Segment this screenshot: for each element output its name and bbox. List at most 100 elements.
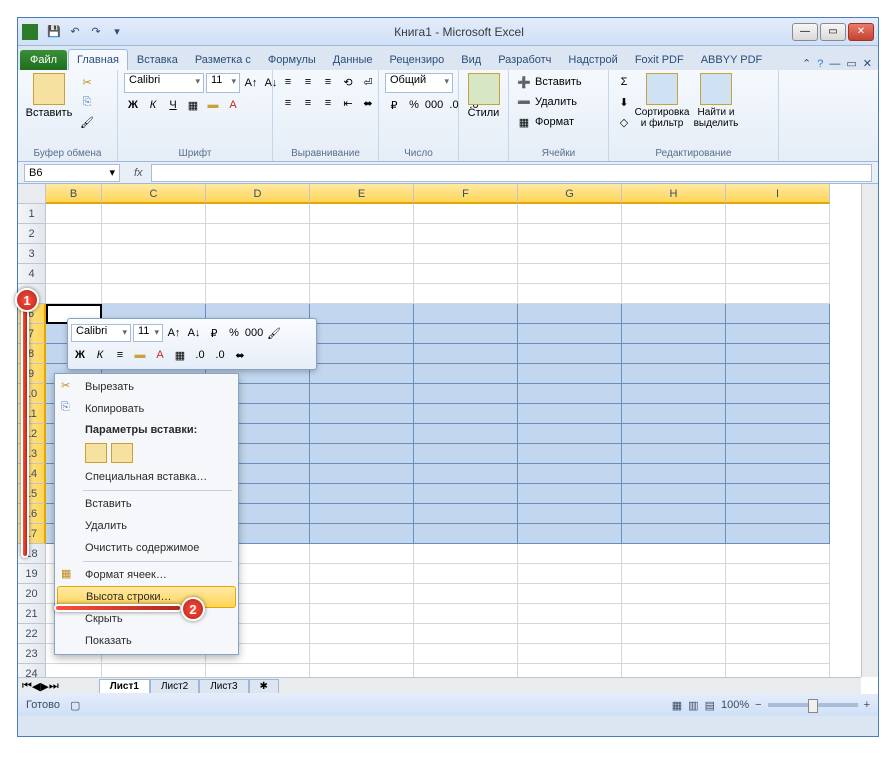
cell[interactable] <box>414 564 518 584</box>
zoom-slider[interactable] <box>768 703 858 707</box>
horizontal-scrollbar[interactable]: ⏮ ◀ ▶ ⏭ Лист1 Лист2 Лист3 ✱ <box>18 677 861 694</box>
cell[interactable] <box>622 264 726 284</box>
align-left-icon[interactable]: ≡ <box>279 94 297 112</box>
cell[interactable] <box>726 364 830 384</box>
tab-developer[interactable]: Разработч <box>490 50 559 70</box>
tab-layout[interactable]: Разметка с <box>187 50 259 70</box>
cell[interactable] <box>518 244 622 264</box>
cell[interactable] <box>518 564 622 584</box>
cell[interactable] <box>726 604 830 624</box>
cell[interactable] <box>726 204 830 224</box>
mini-percent-icon[interactable]: % <box>225 324 243 342</box>
cell[interactable] <box>414 444 518 464</box>
delete-cells-label[interactable]: Удалить <box>535 96 577 108</box>
cell[interactable] <box>206 264 310 284</box>
currency-icon[interactable]: ₽ <box>385 96 403 114</box>
cell[interactable] <box>726 264 830 284</box>
cell[interactable] <box>310 504 414 524</box>
cell[interactable] <box>518 304 622 324</box>
cell[interactable] <box>518 444 622 464</box>
doc-close-icon[interactable]: ✕ <box>863 57 872 70</box>
cell[interactable] <box>622 344 726 364</box>
mini-font-combo[interactable]: Calibri <box>71 324 131 342</box>
cell[interactable] <box>414 284 518 304</box>
insert-cells-label[interactable]: Вставить <box>535 76 582 88</box>
cell[interactable] <box>310 544 414 564</box>
minimize-ribbon-icon[interactable]: ⌃ <box>802 57 811 70</box>
select-all-corner[interactable] <box>18 184 46 204</box>
cell[interactable] <box>414 644 518 664</box>
cell[interactable] <box>102 264 206 284</box>
column-header-B[interactable]: B <box>46 184 102 204</box>
qat-dropdown-icon[interactable]: ▾ <box>108 23 126 41</box>
cell[interactable] <box>622 444 726 464</box>
cell[interactable] <box>310 244 414 264</box>
cell[interactable] <box>310 344 414 364</box>
cell[interactable] <box>206 284 310 304</box>
cell[interactable] <box>414 304 518 324</box>
delete-cells-icon[interactable]: ➖ <box>515 93 533 111</box>
row-header-21[interactable]: 21 <box>18 604 46 624</box>
doc-minimize-icon[interactable]: — <box>829 58 840 70</box>
cell[interactable] <box>310 484 414 504</box>
cell[interactable] <box>726 644 830 664</box>
cell[interactable] <box>518 644 622 664</box>
cell[interactable] <box>46 264 102 284</box>
align-top-icon[interactable]: ≡ <box>279 73 297 91</box>
cell[interactable] <box>414 344 518 364</box>
cell[interactable] <box>622 284 726 304</box>
cell[interactable] <box>726 524 830 544</box>
tab-abbyy[interactable]: ABBYY PDF <box>693 50 771 70</box>
cut-icon[interactable] <box>78 73 96 91</box>
macro-record-icon[interactable]: ▢ <box>70 699 80 712</box>
italic-button[interactable]: К <box>144 96 162 114</box>
clear-icon[interactable]: ◇ <box>615 113 633 131</box>
menu-cut[interactable]: Вырезать <box>57 376 236 398</box>
doc-restore-icon[interactable]: ▭ <box>846 57 856 70</box>
cell[interactable] <box>726 344 830 364</box>
minimize-button[interactable]: — <box>792 23 818 41</box>
cell[interactable] <box>414 504 518 524</box>
cell[interactable] <box>518 384 622 404</box>
zoom-out-icon[interactable]: − <box>755 699 761 711</box>
cell[interactable] <box>414 484 518 504</box>
cell[interactable] <box>622 304 726 324</box>
sheet-tab-1[interactable]: Лист1 <box>99 679 150 693</box>
cell[interactable] <box>622 244 726 264</box>
formula-input[interactable] <box>151 164 872 182</box>
cell[interactable] <box>518 264 622 284</box>
cell[interactable] <box>726 384 830 404</box>
format-cells-label[interactable]: Формат <box>535 116 574 128</box>
comma-icon[interactable]: 000 <box>425 96 443 114</box>
mini-format-painter-icon[interactable]: 🖌 <box>265 324 283 342</box>
tab-review[interactable]: Рецензиро <box>382 50 453 70</box>
tab-formulas[interactable]: Формулы <box>260 50 324 70</box>
column-header-F[interactable]: F <box>414 184 518 204</box>
column-header-D[interactable]: D <box>206 184 310 204</box>
cell[interactable] <box>726 304 830 324</box>
cell[interactable] <box>310 584 414 604</box>
row-header-23[interactable]: 23 <box>18 644 46 664</box>
cell[interactable] <box>726 224 830 244</box>
paste-option-1-icon[interactable] <box>85 443 107 463</box>
cell[interactable] <box>46 204 102 224</box>
cell[interactable] <box>518 224 622 244</box>
mini-dec-decimal-icon[interactable]: .0 <box>211 346 229 364</box>
sort-filter-button[interactable]: Сортировка и фильтр <box>637 73 687 129</box>
cell[interactable] <box>518 624 622 644</box>
cell[interactable] <box>518 284 622 304</box>
cell[interactable] <box>310 364 414 384</box>
cell[interactable] <box>622 364 726 384</box>
cell[interactable] <box>518 584 622 604</box>
autosum-icon[interactable]: Σ <box>615 73 633 91</box>
namebox-dropdown-icon[interactable]: ▾ <box>109 166 115 179</box>
cell[interactable] <box>310 404 414 424</box>
percent-icon[interactable]: % <box>405 96 423 114</box>
sheet-tab-3[interactable]: Лист3 <box>199 679 248 693</box>
cell[interactable] <box>310 624 414 644</box>
cell[interactable] <box>726 624 830 644</box>
cell[interactable] <box>518 364 622 384</box>
cell[interactable] <box>310 304 414 324</box>
tab-data[interactable]: Данные <box>325 50 381 70</box>
row-header-22[interactable]: 22 <box>18 624 46 644</box>
